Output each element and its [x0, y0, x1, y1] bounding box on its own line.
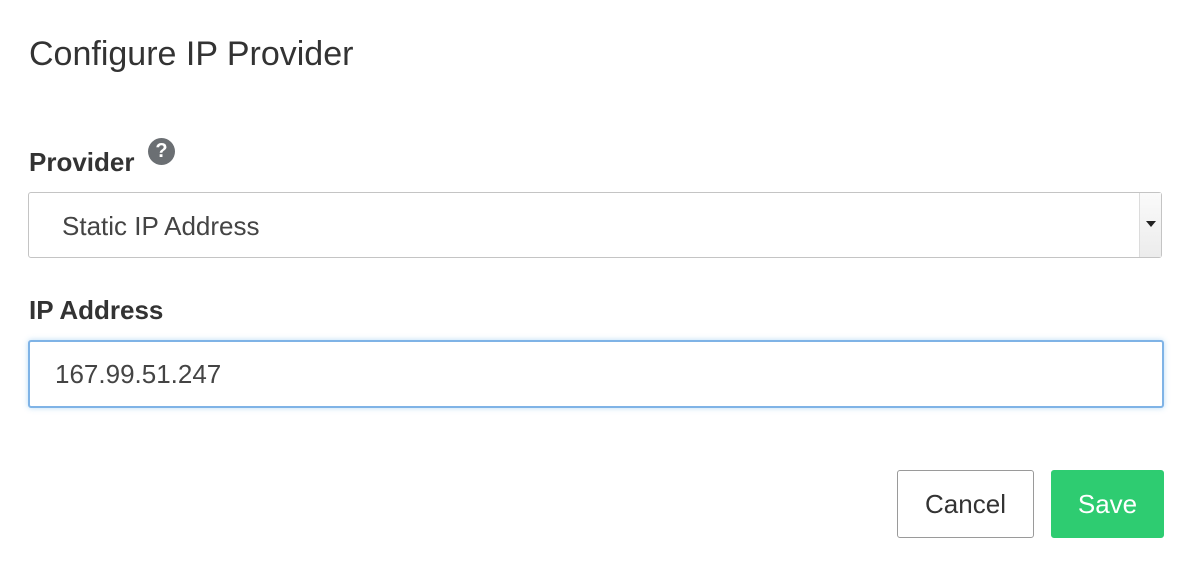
chevron-down-icon: [1146, 221, 1156, 227]
cancel-button[interactable]: Cancel: [897, 470, 1034, 538]
save-button[interactable]: Save: [1051, 470, 1164, 538]
select-dropdown-arrow[interactable]: [1139, 193, 1161, 257]
ip-address-input[interactable]: [28, 340, 1164, 408]
configure-ip-provider-dialog: Configure IP Provider Provider ? Static …: [0, 0, 1186, 562]
ip-address-label: IP Address: [29, 295, 164, 325]
provider-select[interactable]: Static IP Address: [28, 192, 1162, 258]
dialog-title: Configure IP Provider: [29, 35, 354, 73]
provider-label: Provider: [29, 147, 135, 177]
question-circle-icon[interactable]: ?: [148, 138, 175, 165]
provider-select-value: Static IP Address: [62, 211, 260, 241]
